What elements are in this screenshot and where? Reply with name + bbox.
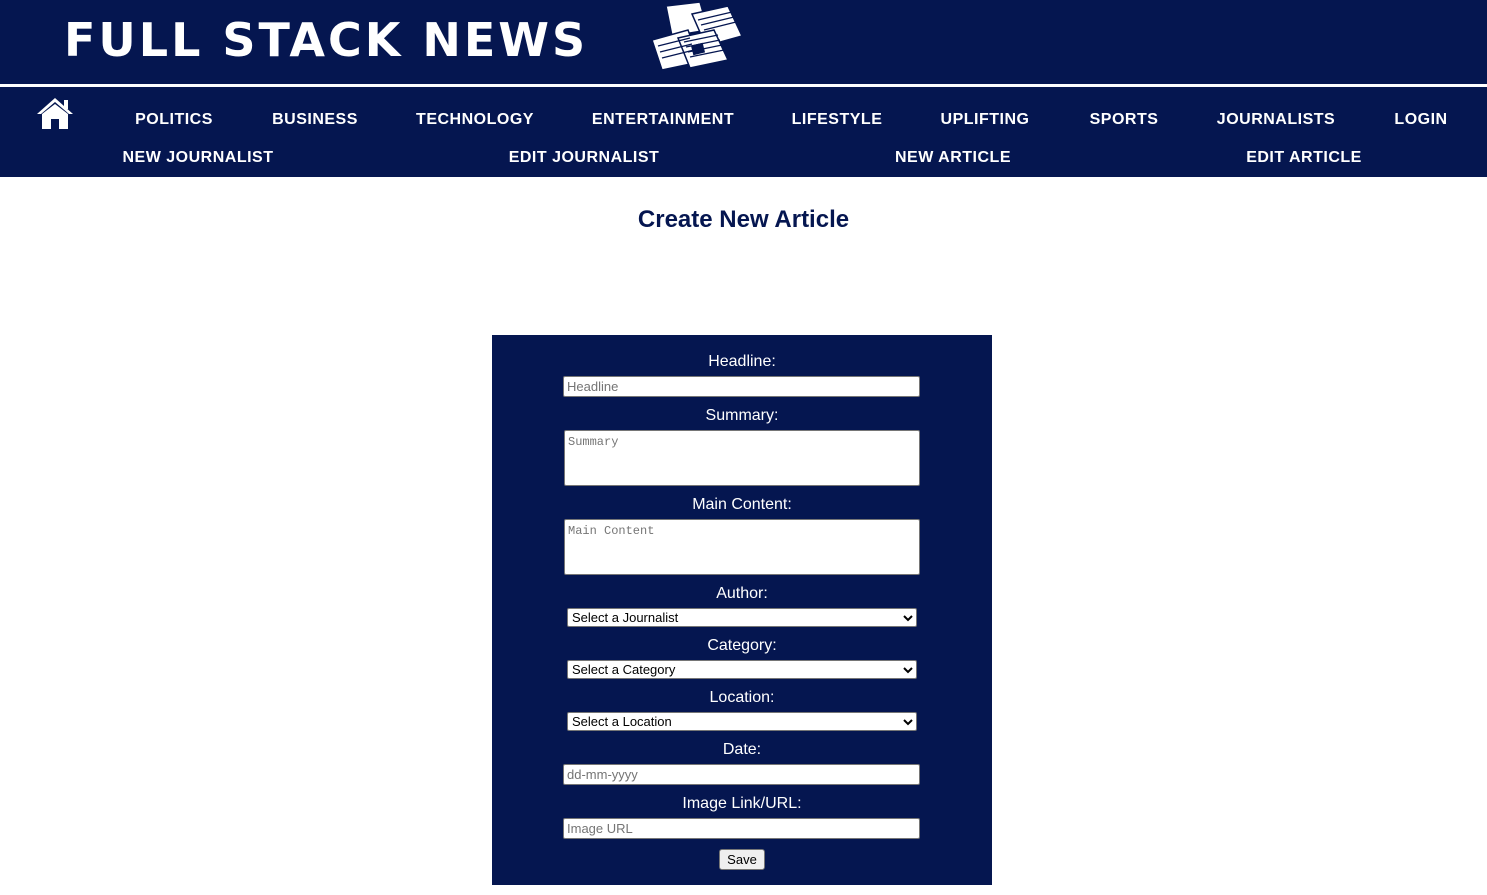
- author-select[interactable]: Select a Journalist: [567, 608, 917, 627]
- site-title: FULL STACK NEWS: [64, 13, 589, 67]
- nav-new-article[interactable]: NEW ARTICLE: [895, 149, 1011, 167]
- chevron-down-icon: [903, 719, 913, 726]
- nav-politics[interactable]: POLITICS: [135, 111, 213, 129]
- author-label: Author:: [716, 585, 768, 602]
- category-selected-value: Select a Category: [572, 662, 676, 677]
- image-url-input[interactable]: [563, 818, 920, 839]
- nav-login[interactable]: LOGIN: [1394, 111, 1447, 129]
- nav-lifestyle[interactable]: LIFESTYLE: [792, 111, 883, 129]
- location-select[interactable]: Select a Location: [567, 712, 917, 731]
- date-label: Date:: [722, 741, 762, 758]
- nav-edit-journalist[interactable]: EDIT JOURNALIST: [509, 149, 660, 167]
- newspapers-icon: [651, 1, 744, 71]
- main-content-textarea[interactable]: [564, 519, 920, 575]
- nav-entertainment[interactable]: ENTERTAINMENT: [592, 111, 734, 129]
- category-select[interactable]: Select a Category: [567, 660, 917, 679]
- nav-business[interactable]: BUSINESS: [272, 111, 358, 129]
- category-label: Category:: [707, 637, 777, 654]
- nav-new-journalist[interactable]: NEW JOURNALIST: [123, 149, 274, 167]
- create-article-form: Headline: Summary: Main Content: Author:…: [492, 335, 992, 885]
- nav-uplifting[interactable]: UPLIFTING: [941, 111, 1030, 129]
- summary-textarea[interactable]: [564, 430, 920, 486]
- image-url-label: Image Link/URL:: [682, 795, 802, 812]
- location-selected-value: Select a Location: [572, 714, 672, 729]
- headline-label: Headline:: [708, 353, 776, 370]
- page-title: Create New Article: [637, 206, 850, 233]
- nav-edit-article[interactable]: EDIT ARTICLE: [1246, 149, 1362, 167]
- date-input[interactable]: [563, 764, 920, 785]
- nav-sports[interactable]: SPORTS: [1090, 111, 1159, 129]
- main-nav: POLITICS BUSINESS TECHNOLOGY ENTERTAINME…: [0, 87, 1487, 177]
- home-icon[interactable]: [36, 97, 74, 131]
- main-content-label: Main Content:: [692, 496, 792, 513]
- headline-input[interactable]: [563, 376, 920, 397]
- chevron-down-icon: [903, 667, 913, 674]
- chevron-down-icon: [903, 615, 913, 622]
- summary-label: Summary:: [705, 407, 779, 424]
- nav-journalists[interactable]: JOURNALISTS: [1217, 111, 1335, 129]
- save-button[interactable]: Save: [719, 849, 765, 870]
- masthead: FULL STACK NEWS: [0, 0, 1487, 84]
- nav-technology[interactable]: TECHNOLOGY: [416, 111, 534, 129]
- location-label: Location:: [709, 689, 775, 706]
- author-selected-value: Select a Journalist: [572, 610, 679, 625]
